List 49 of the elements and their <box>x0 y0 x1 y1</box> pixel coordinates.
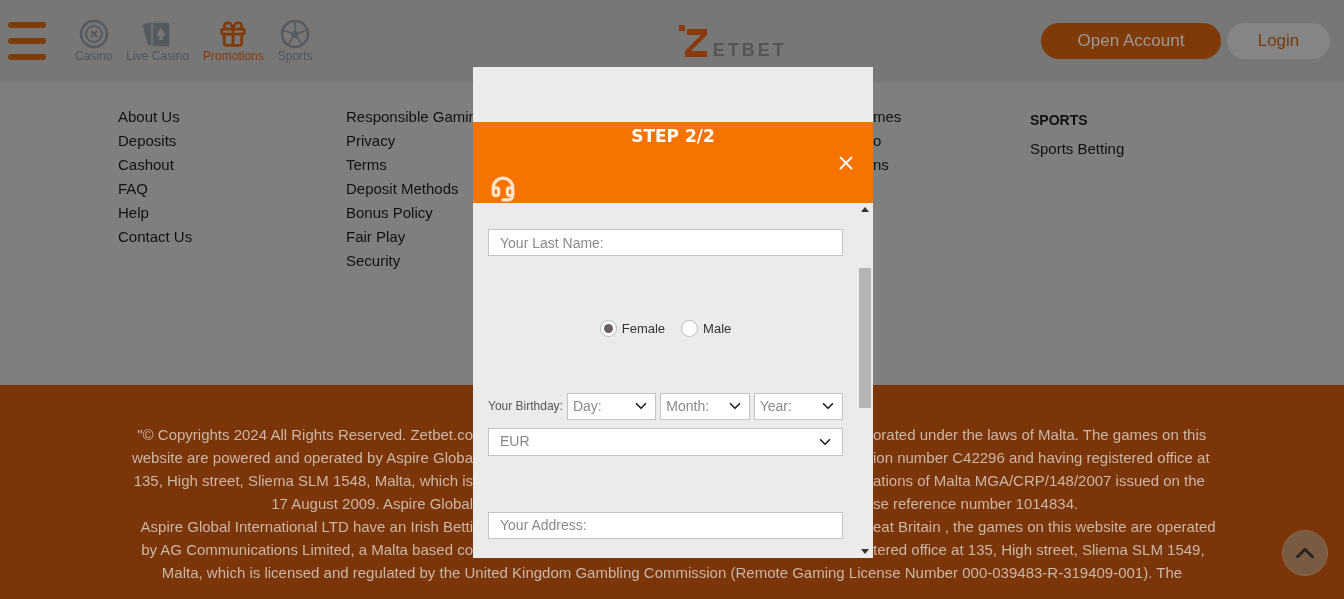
footer-link[interactable]: Privacy <box>346 129 396 153</box>
footer-link[interactable]: Help <box>118 201 149 225</box>
legal-text: 17 August 2009. Aspire Global <box>271 494 473 514</box>
roulette-wheel-icon <box>78 19 109 49</box>
legal-text: ations of Malta MGA/CRP/148/2007 issued on the <box>873 471 1205 491</box>
footer-link[interactable]: ns <box>873 153 889 177</box>
open-account-button[interactable]: Open Account <box>1041 23 1221 59</box>
footer-link[interactable]: Sports Betting <box>1030 137 1125 161</box>
footer-link[interactable]: Bonus Policy <box>346 201 433 225</box>
address-field[interactable]: Your Address: <box>488 511 843 539</box>
login-button[interactable]: Login <box>1227 23 1330 59</box>
menu-icon[interactable] <box>8 22 46 60</box>
dialog-title: STEP 2/2 <box>631 125 715 148</box>
legal-text: orated under the laws of Malta. The games on this <box>873 425 1207 445</box>
gender-radio[interactable]: Male <box>681 319 732 339</box>
legal-text: Aspire Global International LTD have an Irish Betti <box>140 517 473 537</box>
footer-link[interactable]: Cashout <box>118 153 174 177</box>
legal-text: website are powered and operated by Aspire Globa <box>131 448 473 468</box>
soccer-ball-icon <box>280 19 311 49</box>
footer-link[interactable]: About Us <box>118 105 180 129</box>
date-select[interactable]: Day: <box>566 392 657 420</box>
legal-text: by AG Communications Limited, a Malta based co <box>141 540 473 560</box>
footer-link[interactable]: Deposits <box>118 129 177 153</box>
date-select[interactable]: Year: <box>753 392 843 420</box>
birthday-label: Your Birthday: <box>488 398 563 415</box>
footer-link[interactable]: mes <box>873 105 902 129</box>
legal-text: se reference number 1014834. <box>873 494 1079 514</box>
scroll-down-icon[interactable] <box>861 549 869 555</box>
legal-text: ion number C42296 and having registered office at <box>873 448 1210 468</box>
legal-text: eat Britain , the games on this website are operated <box>873 517 1216 537</box>
footer-link[interactable]: Deposit Methods <box>346 177 459 201</box>
currency-select[interactable]: EUR <box>488 427 843 456</box>
legal-text: tered office at 135, High street, Sliema SLM 1549, <box>873 540 1205 560</box>
legal-text: 135, High street, Sliema SLM 1548, Malta, which is <box>133 471 473 491</box>
date-select[interactable]: Month: <box>660 392 750 420</box>
column-heading: SPORTS <box>1030 111 1089 130</box>
footer-link[interactable]: Terms <box>346 153 387 177</box>
footer-link[interactable]: Security <box>346 249 401 273</box>
gender-radio[interactable]: Female <box>599 319 666 339</box>
legal-text: "© Copyrights 2024 All Rights Reserved. Zetbet.co <box>137 425 473 445</box>
headset-icon[interactable] <box>490 176 516 202</box>
scroll-up-icon[interactable] <box>861 206 869 212</box>
last-name-field[interactable]: Your Last Name: <box>488 229 843 256</box>
gift-icon <box>218 19 249 49</box>
footer-link[interactable]: o <box>873 129 882 153</box>
legal-text: Malta, which is licensed and regulated by the United Kingdom Gambling Commission (Remote Gaming License Number 000-039483-R-319409-001). The <box>161 563 1183 583</box>
footer-link[interactable]: Fair Play <box>346 225 406 249</box>
footer-link[interactable]: Contact Us <box>118 225 193 249</box>
footer-link[interactable]: FAQ <box>118 177 148 201</box>
